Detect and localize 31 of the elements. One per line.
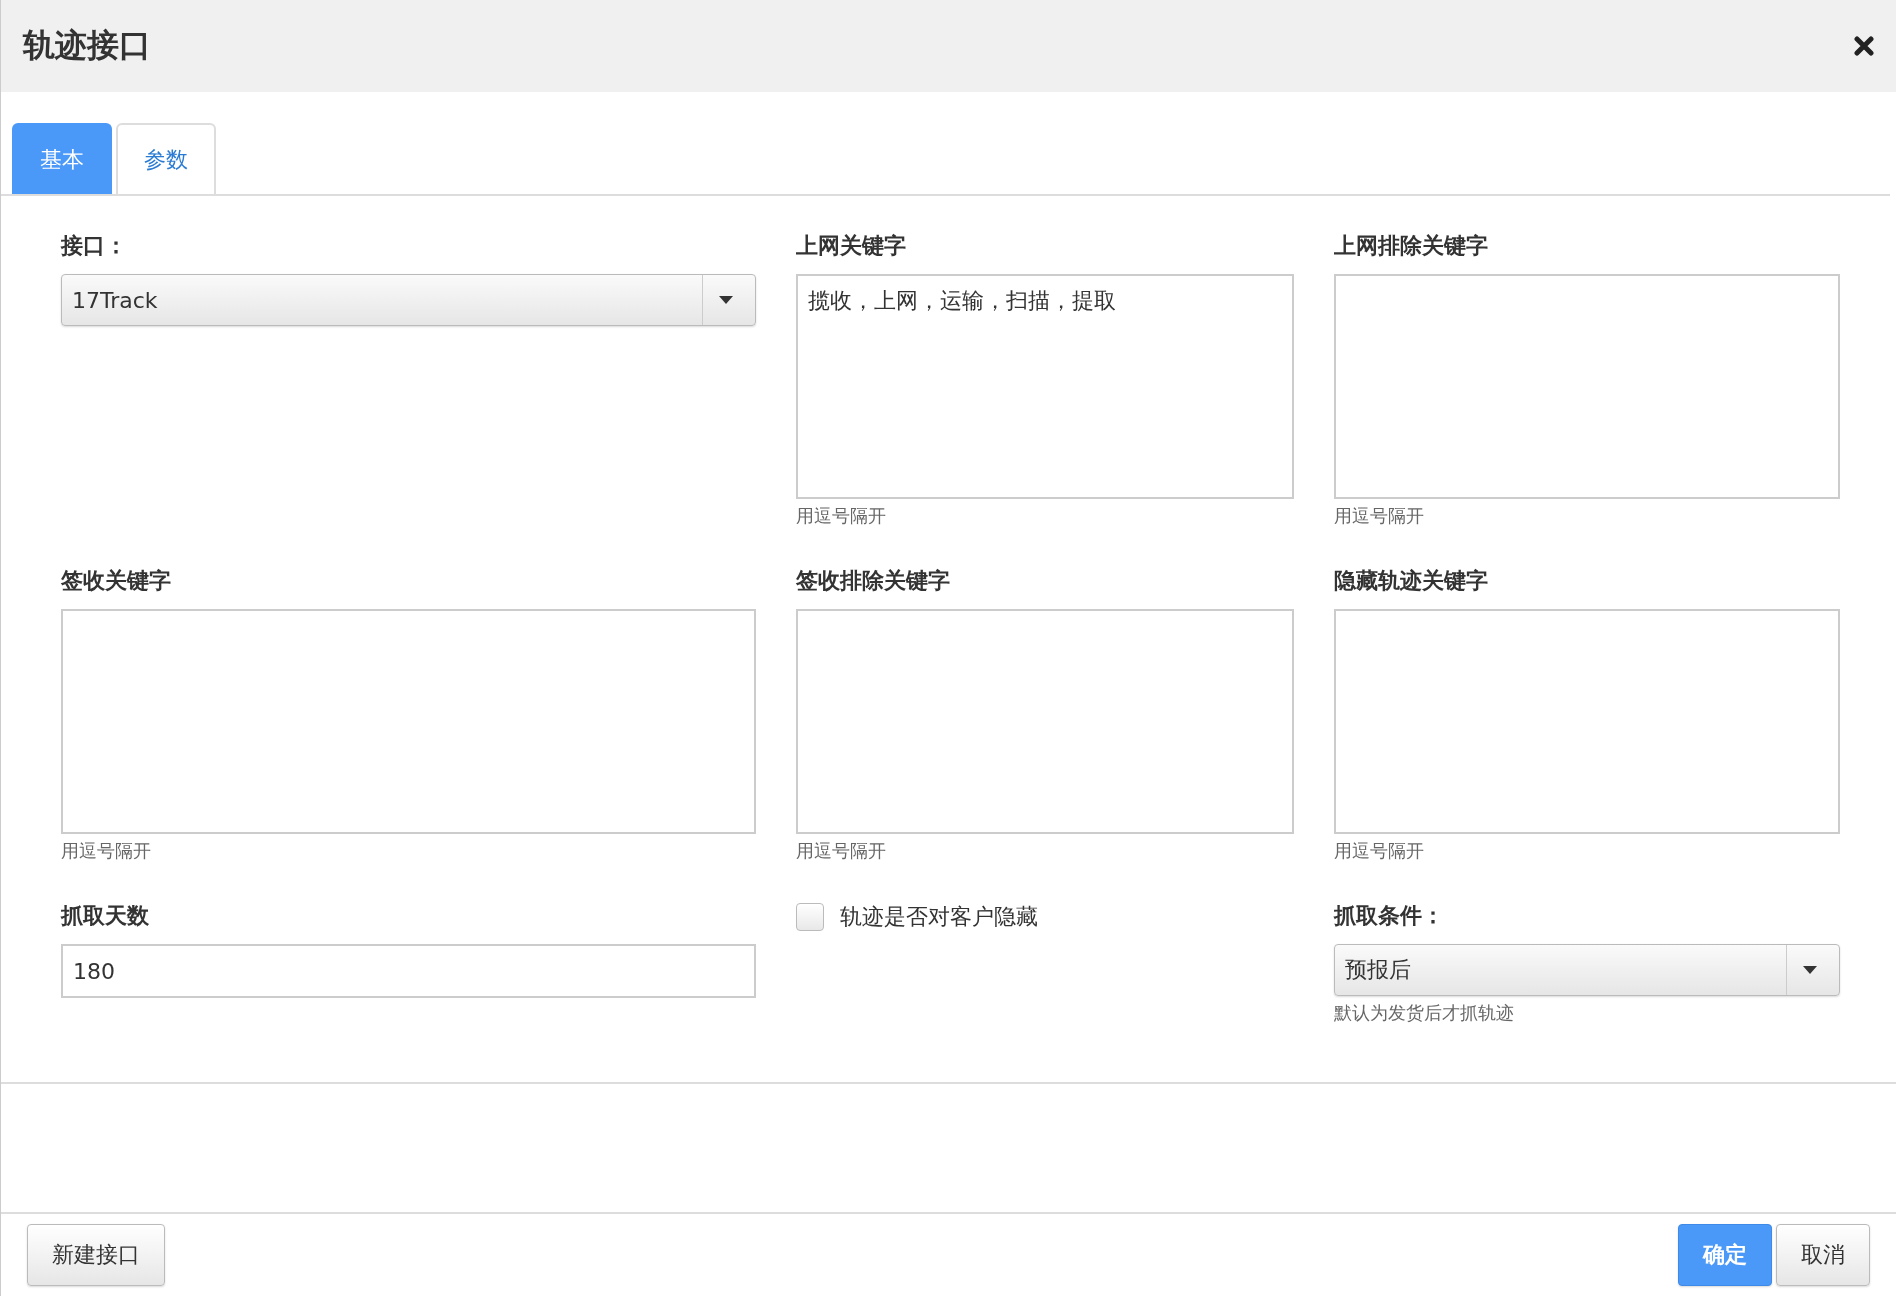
hint-text: 用逗号隔开 bbox=[796, 839, 886, 863]
caret-icon bbox=[1803, 966, 1817, 974]
hint-text: 用逗号隔开 bbox=[796, 504, 886, 528]
textarea-field[interactable] bbox=[61, 609, 756, 834]
close-icon[interactable] bbox=[1854, 36, 1874, 56]
caret-icon bbox=[719, 296, 733, 304]
field-label: 隐藏轨迹关键字 bbox=[1334, 567, 1488, 595]
select-field[interactable]: 预报后 bbox=[1334, 944, 1840, 996]
checkbox[interactable] bbox=[796, 903, 824, 931]
field-label: 抓取条件： bbox=[1334, 902, 1444, 930]
textarea-field[interactable] bbox=[796, 609, 1294, 834]
field-label: 签收排除关键字 bbox=[796, 567, 950, 595]
footer-button[interactable]: 新建接口 bbox=[27, 1224, 165, 1286]
dialog-title: 轨迹接口 bbox=[23, 25, 151, 66]
textarea-field[interactable] bbox=[1334, 609, 1840, 834]
checkbox-option[interactable]: 轨迹是否对客户隐藏 bbox=[796, 902, 1038, 932]
hint-text: 用逗号隔开 bbox=[1334, 504, 1424, 528]
field-label: 签收关键字 bbox=[61, 567, 171, 595]
textarea-field[interactable]: 揽收，上网，运输，扫描，提取 bbox=[796, 274, 1294, 499]
hint-text: 默认为发货后才抓轨迹 bbox=[1334, 1001, 1514, 1025]
tab[interactable]: 参数 bbox=[116, 123, 216, 194]
input-field[interactable]: 180 bbox=[61, 944, 756, 998]
textarea-field[interactable] bbox=[1334, 274, 1840, 499]
field-label: 接口： bbox=[61, 232, 127, 260]
hint-text: 用逗号隔开 bbox=[1334, 839, 1424, 863]
footer-button[interactable]: 取消 bbox=[1776, 1224, 1870, 1286]
field-label: 抓取天数 bbox=[61, 902, 149, 930]
hint-text: 用逗号隔开 bbox=[61, 839, 151, 863]
select-field[interactable]: 17Track bbox=[61, 274, 756, 326]
field-label: 上网排除关键字 bbox=[1334, 232, 1488, 260]
field-label: 上网关键字 bbox=[796, 232, 906, 260]
